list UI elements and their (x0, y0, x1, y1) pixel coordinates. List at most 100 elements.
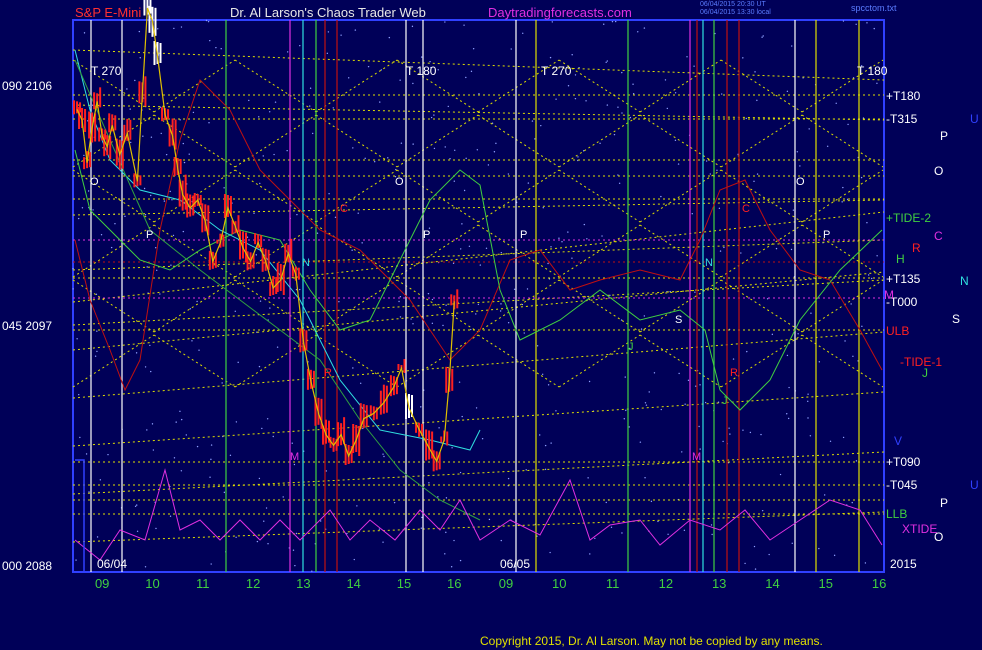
star-dot (316, 232, 319, 234)
star-dot (871, 277, 873, 280)
star-dot (544, 444, 547, 447)
star-dot (525, 469, 527, 471)
star-dot (163, 200, 166, 202)
star-dot (223, 491, 226, 494)
star-dot (149, 194, 152, 197)
star-dot (198, 349, 200, 351)
star-dot (807, 393, 809, 395)
diagonal-line (315, 224, 398, 278)
y-tick-label: 090 2106 (2, 79, 52, 93)
star-dot (78, 393, 80, 396)
star-dot (674, 139, 677, 142)
star-dot (142, 135, 144, 137)
star-dot (567, 231, 569, 233)
star-dot (567, 85, 570, 87)
star-dot (829, 440, 832, 442)
star-dot (531, 120, 534, 122)
diagonal-line (639, 59, 722, 113)
event-marker-label: P (423, 229, 430, 241)
star-dot (756, 173, 759, 175)
star-dot (786, 354, 789, 357)
star-dot (135, 352, 138, 354)
star-dot (640, 328, 643, 330)
star-dot (420, 406, 422, 408)
star-dot (648, 391, 650, 393)
star-dot (263, 520, 265, 522)
star-dot (438, 427, 440, 429)
star-dot (88, 491, 90, 493)
star-dot (481, 438, 484, 440)
star-dot (808, 128, 810, 130)
star-dot (852, 355, 854, 357)
star-dot (610, 526, 613, 529)
star-dot (611, 20, 614, 23)
star-dot (470, 70, 473, 73)
event-marker-label: J (628, 341, 634, 353)
star-dot (209, 39, 211, 42)
diagonal-line (477, 114, 560, 168)
diagonal-line (639, 334, 722, 388)
star-dot (614, 20, 617, 23)
star-dot (605, 61, 607, 63)
star-dot (229, 454, 232, 457)
planet-label: C (934, 229, 943, 243)
star-dot (96, 330, 98, 332)
star-dot (266, 418, 269, 420)
diagonal-line (153, 59, 236, 113)
event-marker-label: R (730, 367, 738, 379)
star-dot (744, 562, 746, 565)
star-dot (124, 215, 126, 218)
star-dot (465, 76, 467, 79)
star-dot (87, 190, 90, 192)
header-site-link[interactable]: Daytradingforecasts.com (488, 5, 632, 20)
x-tick-label-day1: 16 (447, 576, 461, 591)
star-dot (258, 365, 261, 368)
star-dot (768, 553, 770, 556)
y-tick-label: 045 2097 (2, 319, 52, 333)
star-dot (753, 180, 755, 183)
x-tick-label-day1: 11 (196, 576, 210, 591)
event-marker-label: S (675, 314, 682, 326)
star-dot (328, 192, 330, 195)
star-dot (420, 527, 423, 529)
star-dot (451, 447, 453, 449)
header-stamp-local: 06/04/2015 13:30 local (700, 9, 771, 16)
plot-frame (72, 19, 885, 573)
star-dot (299, 288, 301, 291)
star-dot (650, 500, 653, 503)
star-dot (327, 31, 330, 33)
star-dot (114, 222, 116, 225)
star-dot (521, 303, 524, 306)
star-dot (771, 333, 774, 336)
star-dot (160, 132, 162, 135)
star-dot (76, 338, 78, 340)
star-dot (761, 509, 764, 512)
diagonal-line (72, 104, 885, 121)
star-dot (150, 136, 153, 138)
turn-label: T 270 (541, 64, 572, 78)
star-dot (588, 380, 591, 383)
star-dot (309, 105, 311, 107)
star-dot (718, 207, 721, 210)
star-dot (527, 182, 530, 184)
star-dot (541, 373, 544, 375)
star-dot (151, 423, 154, 425)
star-dot (210, 444, 213, 446)
star-dot (367, 65, 370, 68)
star-dot (354, 29, 357, 31)
right-level-label: -T045 (886, 478, 918, 492)
star-dot (311, 570, 313, 572)
x-tick-label-day2: 11 (606, 576, 620, 591)
diagonal-line (396, 334, 479, 388)
star-dot (716, 169, 718, 172)
star-dot (613, 133, 616, 136)
star-dot (182, 142, 185, 145)
star-dot (833, 554, 836, 557)
star-dot (379, 101, 381, 103)
star-dot (754, 568, 757, 570)
star-dot (479, 264, 482, 266)
star-dot (207, 20, 210, 23)
star-dot (421, 516, 423, 519)
star-dot (361, 242, 363, 244)
star-dot (185, 434, 188, 436)
